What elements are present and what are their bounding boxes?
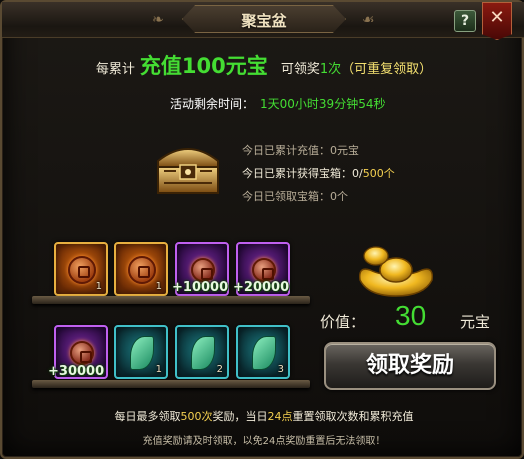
title-ornament-right-icon: ☙ (362, 12, 375, 28)
reward-item[interactable]: 1 (54, 242, 108, 296)
headline-note: （可重复领取） (341, 62, 433, 77)
headline-prefix: 每累计 (95, 62, 135, 77)
jade-leaf-icon (191, 336, 215, 370)
title-ornament-left-icon: ❧ (152, 12, 164, 28)
stat-chests-max: 500个 (362, 167, 395, 180)
copper-coin-icon (191, 258, 215, 282)
stat-claimed-label: 今日已领取宝箱： (242, 190, 330, 203)
footer-highlight: 24点 (267, 410, 293, 423)
price-label: 价值： (320, 313, 366, 331)
reward-item[interactable]: 1 (114, 242, 168, 296)
footer-reminder: 充值奖励请及时领取，以免24点奖励重置后无法领取！ (142, 436, 386, 447)
reward-qty: 1 (95, 281, 102, 292)
recharge-headline: 每累计 充值100元宝 可领奖1次（可重复领取） (2, 50, 524, 80)
footer-text: 重置领取次数和累积充值 (292, 410, 414, 423)
reward-qty: 1 (155, 364, 162, 375)
footer-rules: 每日最多领取500次奖励，当日24点重置领取次数和累积充值 (2, 408, 524, 424)
help-button[interactable]: ? (454, 10, 476, 32)
copper-coin-icon (68, 256, 96, 284)
headline-middle: 可领奖 (280, 62, 320, 77)
reward-shelf (32, 380, 310, 388)
stat-chests-label: 今日已累计获得宝箱： (242, 167, 352, 180)
jade-leaf-icon (130, 336, 154, 370)
footer-text: 每日最多领取 (114, 410, 181, 423)
price-value: 30 (395, 300, 427, 331)
stat-chests: 今日已累计获得宝箱：0/500个 (242, 165, 395, 181)
reward-qty: 2 (216, 364, 223, 375)
reward-amount: +30000 (48, 364, 105, 379)
stat-recharged-label: 今日已累计充值： (242, 144, 330, 157)
reward-qty: 3 (277, 364, 284, 375)
timer-value: 1天00小时39分钟54秒 (260, 97, 386, 111)
reward-amount: +10000 (172, 280, 229, 295)
claim-reward-button[interactable]: 领取奖励 (324, 342, 496, 390)
stat-claimed: 今日已领取宝箱：0个 (242, 188, 348, 204)
countdown-timer: 活动剩余时间： 1天00小时39分钟54秒 (170, 95, 385, 112)
stat-recharged-value: 0元宝 (330, 144, 359, 157)
jade-leaf-icon (252, 336, 276, 370)
price-unit: 元宝 (460, 313, 491, 331)
reward-item[interactable]: 3 (236, 325, 290, 379)
treasure-chest-icon (157, 148, 219, 194)
close-button[interactable]: ✕ (482, 2, 512, 40)
footer-highlight: 500次 (180, 410, 213, 423)
gold-ingot-icon (358, 246, 434, 297)
window-title: 聚宝盆 (241, 12, 287, 30)
stat-recharged: 今日已累计充值：0元宝 (242, 142, 359, 158)
timer-label: 活动剩余时间： (170, 97, 255, 111)
copper-coin-icon (252, 258, 276, 282)
treasure-bowl-window: ❧ 聚宝盆 ☙ ? ✕ 每累计 充值100元宝 可领奖1次（可重复领取） 活动剩… (0, 0, 524, 459)
reward-shelf (32, 296, 310, 304)
headline-count: 1次 (319, 62, 342, 77)
reward-amount: +20000 (233, 280, 290, 295)
headline-highlight: 充值100元宝 (139, 54, 268, 78)
reward-qty: 1 (155, 281, 162, 292)
footer-text: 奖励，当日 (212, 410, 268, 423)
stat-chests-value: 0/ (352, 167, 363, 180)
copper-coin-icon (70, 341, 94, 365)
reward-item[interactable]: 1 (114, 325, 168, 379)
copper-coin-icon (128, 256, 156, 284)
reward-item[interactable]: 2 (175, 325, 229, 379)
stat-claimed-value: 0个 (330, 190, 348, 203)
